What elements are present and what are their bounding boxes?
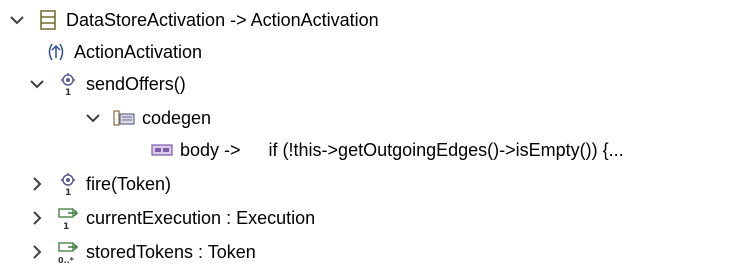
tree-node-superclass[interactable]: ActionActivation xyxy=(44,36,202,68)
tree-node-attr-stored-tokens[interactable]: 0..* storedTokens : Token xyxy=(28,236,256,268)
tree-node-label: storedTokens : Token xyxy=(86,242,256,262)
svg-text:1: 1 xyxy=(65,188,71,196)
tree-node-label: ActionActivation xyxy=(74,42,203,62)
tree-node-label: codegen xyxy=(142,108,212,128)
tree-node-label: DataStoreActivation -> ActionActivation xyxy=(66,10,379,30)
tree-node-attr-current-execution[interactable]: 1 currentExecution : Execution xyxy=(28,202,315,234)
chevron-down-icon[interactable] xyxy=(8,11,26,29)
svg-text:0..*: 0..* xyxy=(58,256,75,264)
svg-text:1: 1 xyxy=(65,88,71,96)
tree-node-label: fire(Token) xyxy=(86,174,172,194)
chevron-right-icon[interactable] xyxy=(28,243,46,261)
tree-node-root[interactable]: DataStoreActivation -> ActionActivation xyxy=(8,4,379,36)
class-icon xyxy=(36,8,60,32)
tree-node-method-send-offers[interactable]: 1 sendOffers() xyxy=(28,68,186,100)
chevron-down-icon[interactable] xyxy=(28,75,46,93)
stereotype-icon xyxy=(112,106,136,130)
model-tree: DataStoreActivation -> ActionActivation … xyxy=(0,0,749,271)
chevron-right-icon[interactable] xyxy=(28,175,46,193)
svg-text:1: 1 xyxy=(63,222,69,230)
tree-node-body[interactable]: body -> if (!this->getOutgoingEdges()->i… xyxy=(150,134,624,166)
operation-icon: 1 xyxy=(56,72,80,96)
tree-node-label: currentExecution : Execution xyxy=(86,208,316,228)
chevron-right-icon[interactable] xyxy=(28,209,46,227)
tree-node-method-fire[interactable]: 1 fire(Token) xyxy=(28,168,171,200)
tree-node-value: if (!this->getOutgoingEdges()->isEmpty()… xyxy=(268,140,624,160)
operation-icon: 1 xyxy=(56,172,80,196)
tree-node-stereotype-codegen[interactable]: codegen xyxy=(84,102,211,134)
property-value-icon xyxy=(150,138,174,162)
tree-node-label: sendOffers() xyxy=(86,74,186,94)
attribute-single-icon: 1 xyxy=(56,206,80,230)
tree-node-label: body -> xyxy=(180,140,241,160)
generalization-icon xyxy=(44,40,68,64)
chevron-down-icon[interactable] xyxy=(84,109,102,127)
attribute-multi-icon: 0..* xyxy=(56,240,80,264)
